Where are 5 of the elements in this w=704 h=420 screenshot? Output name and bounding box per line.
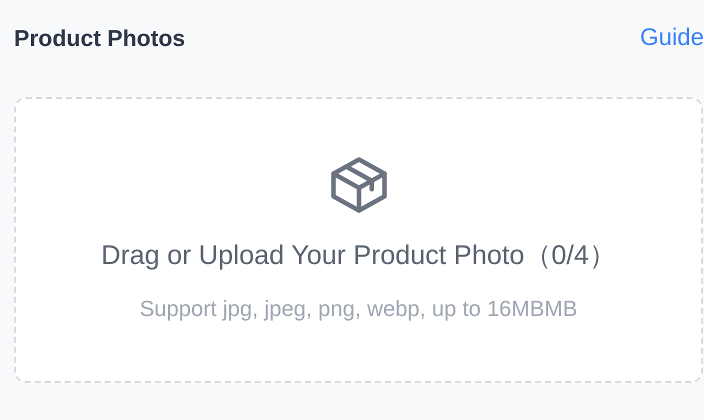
upload-hint: Support jpg, jpeg, png, webp, up to 16MBMB: [140, 294, 578, 323]
section-title: Product Photos: [14, 24, 186, 53]
upload-prompt: Drag or Upload Your Product Photo（0/4）: [101, 239, 616, 272]
guide-link[interactable]: Guide: [640, 20, 704, 56]
upload-dropzone[interactable]: Drag or Upload Your Product Photo（0/4） Support jpg, jpeg, png, webp, up to 16MBMB: [14, 97, 703, 383]
